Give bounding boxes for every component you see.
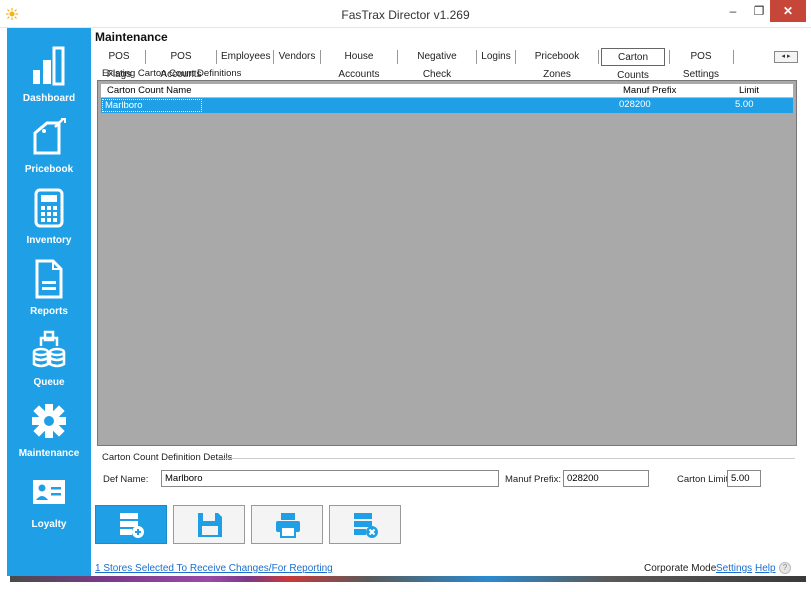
sidebar-item-label: Pricebook	[24, 164, 74, 175]
tab-pos-accounts[interactable]: POS Accounts	[150, 48, 212, 80]
details-group-label: Carton Count Definition Details	[102, 452, 233, 463]
sidebar-item-pricebook[interactable]: Pricebook	[7, 107, 91, 177]
prefix-label: Manuf Prefix:	[505, 474, 561, 485]
window-title: FasTrax Director v1.269	[341, 8, 470, 22]
maximize-button[interactable]: ❐	[746, 0, 772, 22]
price-tag-icon	[33, 118, 66, 155]
tab-scroll-arrows[interactable]: ◂ ▸	[774, 51, 798, 63]
sidebar-item-dashboard[interactable]: Dashboard	[7, 36, 91, 106]
save-button[interactable]	[173, 505, 245, 544]
tab-pos-flags[interactable]: POS Flags	[97, 48, 141, 80]
column-header-name[interactable]: Carton Count Name	[107, 85, 191, 96]
tab-separator	[598, 50, 599, 64]
print-button[interactable]	[251, 505, 323, 544]
column-header-limit[interactable]: Limit	[739, 85, 759, 96]
calculator-icon	[34, 188, 64, 228]
grid-header: Carton Count Name Manuf Prefix Limit	[101, 84, 793, 98]
sidebar-item-label: Dashboard	[22, 93, 76, 104]
database-queue-icon	[32, 330, 66, 368]
divider	[217, 458, 795, 459]
tab-logins[interactable]: Logins	[481, 48, 511, 66]
id-card-icon	[33, 480, 65, 504]
tab-pricebook-zones[interactable]: Pricebook Zones	[520, 48, 594, 80]
database-delete-icon	[354, 513, 378, 538]
help-icon[interactable]: ?	[779, 562, 791, 574]
sidebar-item-maintenance[interactable]: Maintenance	[7, 391, 91, 461]
carton-limit-label: Carton Limit:	[677, 474, 731, 485]
background-taskbar	[10, 576, 806, 582]
page-title: Maintenance	[95, 30, 168, 44]
document-icon	[35, 259, 63, 299]
database-add-icon	[120, 513, 144, 538]
tab-vendors[interactable]: Vendors	[278, 48, 316, 66]
add-button[interactable]	[95, 505, 167, 544]
prefix-input[interactable]	[563, 470, 649, 487]
tab-employees[interactable]: Employees	[221, 48, 270, 66]
gear-icon	[32, 404, 66, 438]
corporate-mode-label: Corporate Mode	[644, 563, 717, 574]
cell-name: Marlboro	[102, 99, 202, 112]
table-row[interactable]: Marlboro 028200 5.00	[101, 98, 793, 113]
column-header-prefix[interactable]: Manuf Prefix	[623, 85, 676, 96]
cell-limit: 5.00	[735, 99, 754, 110]
tab-separator	[733, 50, 734, 64]
sidebar-item-inventory[interactable]: Inventory	[7, 178, 91, 248]
delete-button[interactable]	[329, 505, 401, 544]
settings-link[interactable]: Settings	[716, 563, 752, 574]
save-icon	[198, 513, 222, 537]
carton-limit-input[interactable]	[727, 470, 761, 487]
status-bar: 1 Stores Selected To Receive Changes/For…	[91, 560, 806, 576]
close-button[interactable]: ✕	[770, 0, 806, 22]
title-bar: FasTrax Director v1.269 – ❐ ✕	[0, 0, 811, 28]
stores-selected-link[interactable]: 1 Stores Selected To Receive Changes/For…	[95, 563, 333, 574]
def-name-label: Def Name:	[103, 474, 149, 485]
sidebar-item-label: Reports	[30, 306, 68, 317]
cell-prefix: 028200	[619, 99, 651, 110]
tab-separator	[669, 50, 670, 64]
tab-separator	[216, 50, 217, 64]
grid-group-label: Existing Carton Count Definitions	[102, 68, 242, 79]
details-panel: Carton Count Definition Details Def Name…	[97, 452, 797, 498]
tab-pos-settings[interactable]: POS Settings	[673, 48, 729, 80]
tab-separator	[515, 50, 516, 64]
sidebar-item-label: Loyalty	[31, 519, 67, 530]
carton-count-grid[interactable]: Carton Count Name Manuf Prefix Limit Mar…	[97, 80, 797, 446]
sidebar-item-label: Queue	[33, 377, 65, 388]
sidebar-item-label: Maintenance	[18, 448, 80, 459]
sidebar-item-label: Inventory	[26, 235, 72, 246]
tab-separator	[145, 50, 146, 64]
tab-separator	[320, 50, 321, 64]
tab-negative-check[interactable]: Negative Check	[402, 48, 472, 80]
sidebar-item-queue[interactable]: Queue	[7, 320, 91, 390]
def-name-input[interactable]	[161, 470, 499, 487]
sidebar: Dashboard Pricebook Inventory Reports Qu…	[7, 28, 91, 576]
sidebar-item-reports[interactable]: Reports	[7, 249, 91, 319]
tab-house-accounts[interactable]: House Accounts	[325, 48, 393, 80]
minimize-button[interactable]: –	[720, 0, 746, 22]
tab-carton-counts[interactable]: Carton Counts	[601, 48, 665, 81]
help-link[interactable]: Help	[755, 563, 776, 574]
bar-chart-icon	[33, 46, 65, 86]
sidebar-item-loyalty[interactable]: Loyalty	[7, 462, 91, 532]
tab-separator	[476, 50, 477, 64]
tab-separator	[397, 50, 398, 64]
tab-separator	[273, 50, 274, 64]
printer-icon	[276, 513, 300, 538]
